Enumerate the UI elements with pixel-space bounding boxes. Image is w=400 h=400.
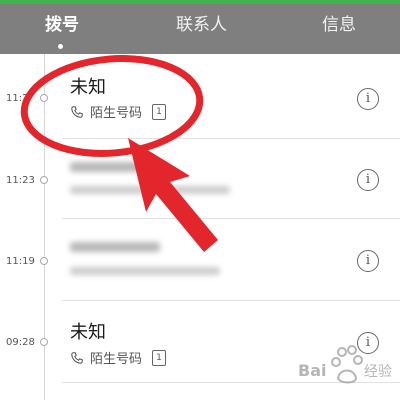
timeline-node (40, 94, 48, 102)
timeline-node (40, 176, 48, 184)
info-icon[interactable]: i (357, 88, 379, 110)
caller-name: 未知 (70, 322, 106, 343)
tab-dialer[interactable]: 拨号 (45, 14, 79, 36)
caller-details: 陌生号码 1 (70, 348, 167, 367)
caller-label: 陌生号码 (90, 106, 143, 121)
phone-icon (71, 351, 83, 364)
svg-text:Bai: Bai (298, 361, 326, 380)
caller-label: 陌生号码 (90, 352, 143, 367)
call-time: 09:28 (6, 337, 35, 348)
timeline-node (40, 257, 48, 265)
sim-card-icon: 1 (152, 349, 167, 366)
phone-icon (71, 105, 83, 118)
timeline-node (40, 338, 48, 346)
row-divider (62, 138, 400, 139)
sim-card-icon: 1 (152, 103, 167, 120)
call-time: 11:23 (6, 175, 35, 186)
pointer-arrow (128, 138, 218, 252)
call-time: 11:2 (6, 93, 29, 104)
row-divider (62, 300, 400, 301)
watermark-logo: Bai 经验 (298, 345, 392, 384)
caller-details: 陌生号码 1 (70, 102, 167, 121)
caller-name: 未知 (70, 77, 106, 98)
info-icon[interactable]: i (357, 169, 379, 191)
tab-messages[interactable]: 信息 (322, 14, 356, 36)
call-timeline (44, 54, 45, 400)
row-divider (62, 218, 400, 219)
tab-bar: 拨号 联系人 信息 (0, 4, 400, 54)
call-time: 11:19 (6, 256, 35, 267)
info-icon[interactable]: i (357, 250, 379, 272)
tab-contacts[interactable]: 联系人 (176, 14, 227, 36)
active-tab-indicator (58, 44, 63, 49)
svg-text:经验: 经验 (364, 364, 392, 380)
